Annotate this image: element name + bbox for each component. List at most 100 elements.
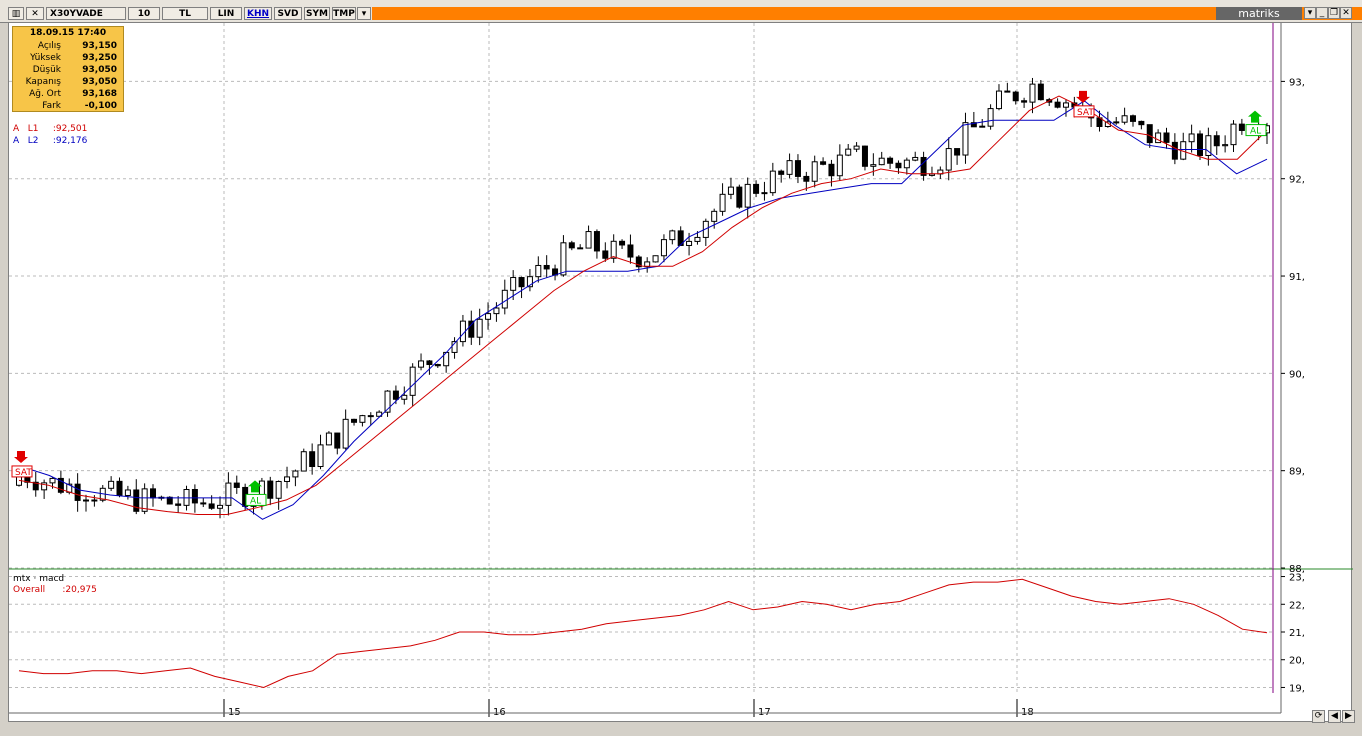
candle-body (1146, 124, 1153, 144)
sell-arrow-icon (1076, 90, 1090, 103)
candle-body (1021, 100, 1028, 103)
candle-body (401, 394, 408, 400)
candle-body (736, 186, 743, 208)
y-tick-label: 91, (1289, 272, 1305, 283)
sell-arrow-icon (14, 450, 28, 463)
ohlc-row: Yüksek 93,250 (30, 53, 117, 63)
candle-body (1238, 123, 1245, 131)
dropdown-icon[interactable]: ▾ (357, 7, 371, 20)
tmp-button[interactable]: TMP (332, 7, 356, 20)
sell-signal-label: SAT (15, 468, 32, 478)
candle-body (794, 160, 801, 177)
y-tick-label: 93, (1289, 77, 1305, 88)
candle-body (1129, 115, 1136, 122)
candle-body (476, 318, 483, 338)
candle-body (233, 482, 240, 488)
candle-body (191, 489, 198, 504)
candle-body (1196, 133, 1203, 156)
y-tick-label: 92, (1289, 175, 1305, 186)
candle-body (108, 480, 115, 489)
candle-body (1054, 101, 1061, 108)
candle-body (317, 444, 324, 468)
candle-body (325, 432, 332, 446)
candle-body (275, 480, 282, 499)
buy-arrow-icon (1248, 110, 1262, 123)
candle-body (510, 277, 517, 291)
candle-body (778, 170, 785, 175)
macd-legend: Overall :20,975 (13, 585, 97, 595)
sym-button[interactable]: SYM (304, 7, 330, 20)
candle-body (1004, 90, 1011, 93)
candle-body (1213, 135, 1220, 147)
scale-button[interactable]: LIN (210, 7, 242, 20)
candle-body (426, 360, 433, 366)
symbol-field[interactable]: X30YVADE (46, 7, 126, 20)
candle-body (887, 157, 894, 164)
chart-canvas[interactable]: 15 16 17 1893,92,91,90,89,88,23,22,21,20,19… (9, 23, 1353, 723)
candle-body (493, 307, 500, 315)
chart-menu-icon[interactable]: ▥ (8, 7, 24, 20)
currency-button[interactable]: TL (162, 7, 208, 20)
candle-body (1029, 83, 1036, 103)
title-bar (372, 7, 1362, 20)
l2-line (18, 100, 1268, 520)
candle-body (49, 477, 56, 484)
restore-icon[interactable]: ❐ (1328, 7, 1340, 19)
candle-body (786, 160, 793, 175)
candle-body (225, 482, 232, 506)
close-icon[interactable]: ✕ (1340, 7, 1352, 19)
candle-body (912, 156, 919, 161)
macd-line (18, 578, 1268, 689)
legend-l2: A L2 :92,176 (13, 136, 88, 146)
svd-button[interactable]: SVD (274, 7, 302, 20)
candle-body (267, 480, 274, 499)
ohlc-row: Ağ. Ort 93,168 (29, 89, 117, 99)
candle-body (610, 240, 617, 259)
brand-logo: matriks (1216, 7, 1302, 20)
candle-body (1222, 144, 1229, 147)
candle-body (761, 192, 768, 195)
ohlc-row: Kapanış 93,050 (25, 77, 117, 87)
scroll-right-icon[interactable]: ▶ (1342, 710, 1355, 723)
legend-l1: A L1 :92,501 (13, 124, 88, 134)
candle-body (836, 154, 843, 177)
minimize-icon[interactable]: _ (1316, 7, 1328, 19)
candle-body (593, 231, 600, 252)
candle-body (1171, 141, 1178, 160)
candle-body (1138, 120, 1145, 126)
candle-body (1062, 102, 1069, 108)
buy-signal-label: AL (250, 496, 261, 506)
y-tick-label: 19, (1289, 683, 1305, 694)
candle-body (418, 360, 425, 368)
chart-area[interactable]: 15 16 17 18 93, 92, 91, 90, 89, 88, 23, 22, 21, 20, 19… (8, 22, 1353, 723)
candle-body (878, 157, 885, 166)
candle-body (1188, 133, 1195, 143)
buy-signal-label: AL (1250, 127, 1261, 137)
candle-body (518, 277, 525, 288)
ohlc-row: Fark -0,100 (42, 101, 117, 111)
candle-body (1121, 115, 1128, 123)
dropdown-icon[interactable]: ▾ (1304, 7, 1316, 19)
candle-body (342, 418, 349, 449)
candle-body (619, 240, 626, 246)
candle-body (694, 236, 701, 242)
candle-body (962, 122, 969, 156)
period-button[interactable]: 10 (128, 7, 160, 20)
candle-body (392, 390, 399, 400)
candle-body (468, 320, 475, 338)
y-tick-label: 21, (1289, 628, 1305, 639)
refresh-icon[interactable]: ⟳ (1312, 710, 1325, 723)
ohlc-panel: 18.09.15 17:40 Açılış 93,150 Yüksek 93,250… (12, 26, 124, 112)
candle-body (979, 125, 986, 128)
candle-body (945, 148, 952, 171)
candle-body (602, 250, 609, 259)
candle-body (83, 499, 90, 502)
candle-body (150, 488, 157, 499)
scroll-left-icon[interactable]: ◀ (1328, 710, 1341, 723)
khn-button[interactable]: KHN (244, 7, 272, 20)
candle-body (995, 90, 1002, 110)
candle-body (903, 159, 910, 169)
close-symbol-icon[interactable]: ✕ (26, 7, 44, 20)
candle-body (116, 480, 123, 496)
candle-body (727, 186, 734, 195)
